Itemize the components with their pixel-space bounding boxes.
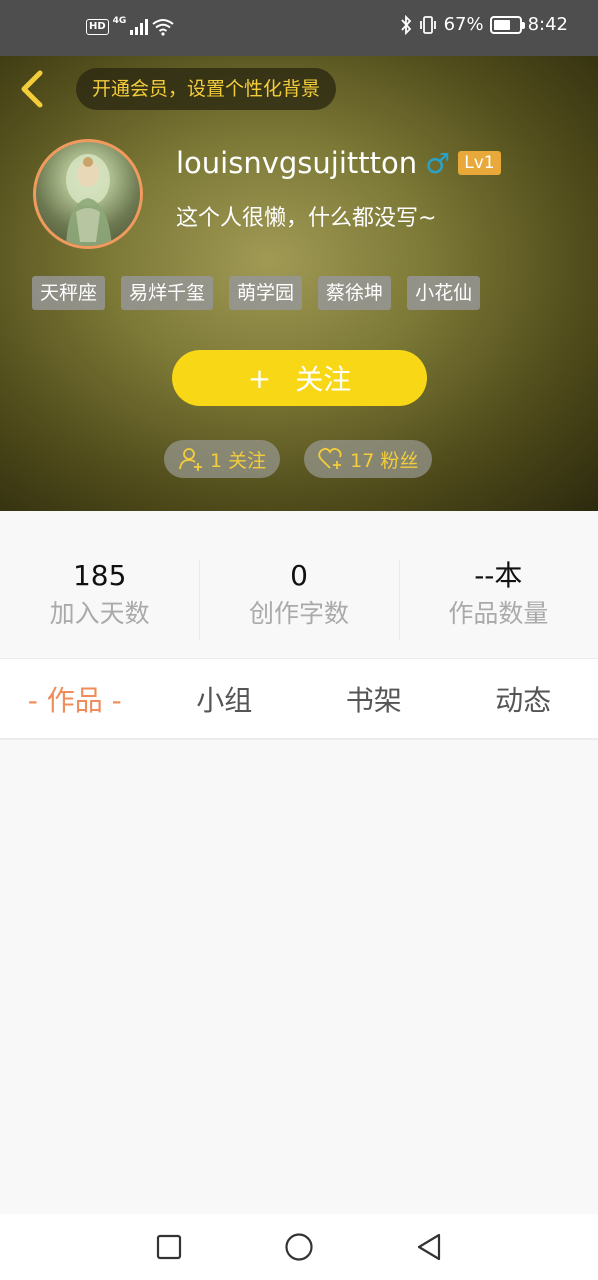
tab-groups[interactable]: 小组	[150, 659, 300, 738]
level-badge: Lv1	[458, 151, 501, 175]
heart-plus-icon	[318, 447, 342, 469]
back-button[interactable]	[14, 68, 50, 110]
stat-days-joined: 185 加入天数	[0, 556, 199, 642]
tag[interactable]: 小花仙	[407, 276, 481, 310]
bluetooth-icon	[400, 14, 411, 35]
home-button[interactable]	[284, 1232, 314, 1262]
battery-icon	[489, 15, 525, 34]
tag-list: 天秤座 易烊千玺 萌学园 蔡徐坤 小花仙	[32, 276, 481, 310]
hd-badge: HD	[86, 19, 109, 35]
stat-value: 0	[290, 559, 308, 592]
tab-content	[0, 740, 598, 1214]
triangle-back-icon	[417, 1233, 441, 1261]
recent-apps-button[interactable]	[154, 1232, 184, 1262]
status-bar: HD 4G 67% 8:42	[0, 0, 598, 56]
wifi-icon	[152, 19, 174, 36]
chevron-left-icon	[21, 70, 43, 108]
stat-works-count: --本 作品数量	[398, 556, 598, 642]
social-stats: 1 关注 17 粉丝	[164, 440, 433, 478]
following-button[interactable]: 1 关注	[164, 440, 281, 478]
stat-word-count: 0 创作字数	[199, 556, 398, 642]
stat-label: 加入天数	[49, 599, 150, 628]
vip-background-prompt[interactable]: 开通会员，设置个性化背景	[76, 68, 337, 110]
followers-count: 17 粉丝	[350, 449, 419, 472]
square-icon	[156, 1234, 182, 1260]
network-type: 4G	[112, 16, 127, 26]
plus-icon: +	[247, 361, 272, 395]
male-icon: ♂	[425, 146, 451, 180]
signal-icon	[130, 19, 149, 35]
system-nav-bar	[0, 1214, 598, 1280]
user-add-icon	[179, 448, 202, 471]
tag[interactable]: 易烊千玺	[121, 276, 214, 310]
bio: 这个人很懒，什么都没写~	[176, 206, 437, 231]
username: louisnvgsujittton	[176, 146, 418, 180]
tag[interactable]: 蔡徐坤	[318, 276, 392, 310]
stat-value: --本	[474, 559, 523, 592]
battery-percent: 67%	[443, 14, 484, 35]
tag[interactable]: 天秤座	[32, 276, 106, 310]
stat-label: 作品数量	[448, 599, 549, 628]
follow-label: 关注	[295, 363, 352, 396]
tab-works[interactable]: - 作品 -	[0, 659, 150, 738]
circle-icon	[285, 1233, 313, 1261]
stat-value: 185	[72, 559, 127, 592]
vibrate-icon	[419, 15, 436, 34]
battery-level	[493, 19, 510, 30]
follow-button[interactable]: + 关注	[172, 350, 427, 406]
followers-button[interactable]: 17 粉丝	[304, 440, 433, 478]
tag[interactable]: 萌学园	[229, 276, 303, 310]
avatar-image	[66, 154, 112, 246]
stats-row: 185 加入天数 0 创作字数 --本 作品数量	[0, 556, 598, 642]
tab-bar: - 作品 - 小组 书架 动态	[0, 658, 598, 740]
avatar[interactable]	[33, 139, 143, 249]
following-count: 1 关注	[210, 449, 267, 472]
status-left: HD 4G	[86, 16, 174, 36]
status-right: 67% 8:42	[400, 14, 568, 35]
profile-header: 开通会员，设置个性化背景 louisnvgsujittton ♂ Lv1 这个人…	[0, 56, 598, 511]
back-nav-button[interactable]	[414, 1232, 444, 1262]
clock: 8:42	[527, 14, 568, 35]
stat-label: 创作字数	[248, 599, 349, 628]
tab-activity[interactable]: 动态	[449, 659, 598, 738]
tab-bookshelf[interactable]: 书架	[299, 659, 449, 738]
username-row: louisnvgsujittton ♂ Lv1	[176, 146, 501, 180]
